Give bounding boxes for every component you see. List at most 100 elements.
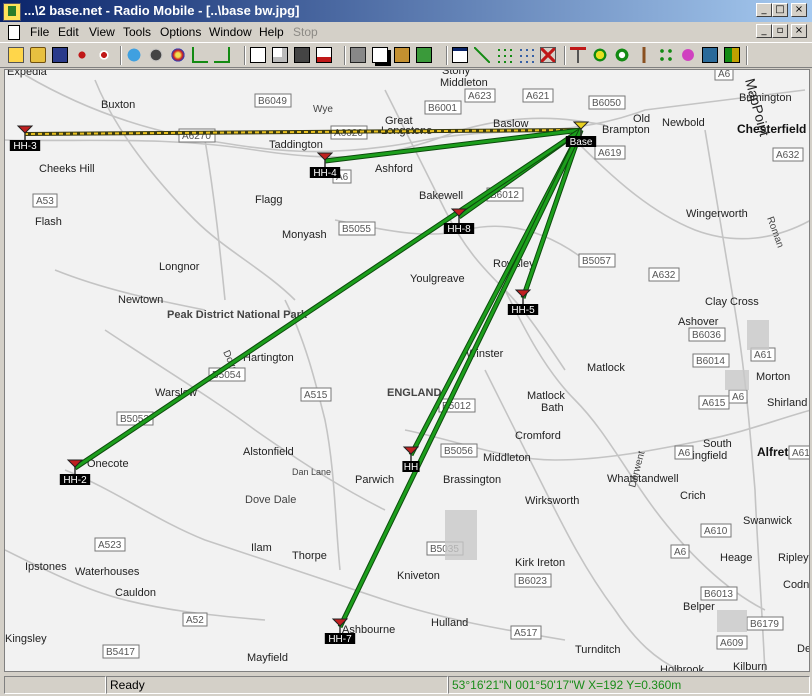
road-label: B6023 xyxy=(518,576,547,587)
pdf-icon[interactable] xyxy=(316,47,332,63)
copy-icon[interactable] xyxy=(372,47,388,63)
place-label: Cromford xyxy=(515,430,561,442)
mdi-close-button[interactable]: × xyxy=(791,24,807,38)
paste-icon[interactable] xyxy=(394,47,410,63)
place-label: Denby xyxy=(797,643,810,655)
place-label: South xyxy=(703,438,732,450)
coverage-dots-icon[interactable] xyxy=(496,47,512,63)
mdi-restore-button[interactable]: ▫ xyxy=(772,24,788,38)
station-hh-2[interactable]: HH-2 xyxy=(59,459,91,486)
close-button[interactable]: × xyxy=(791,3,807,17)
fit-left-icon[interactable] xyxy=(192,47,208,63)
menu-file[interactable]: File xyxy=(30,25,49,39)
place-label: Ashford xyxy=(375,163,413,175)
road-label: B6049 xyxy=(258,96,287,107)
road-label: B5057 xyxy=(582,256,611,267)
clear-icon[interactable] xyxy=(540,47,556,63)
place-label: Monyash xyxy=(282,229,327,241)
mdi-minimize-button[interactable]: _ xyxy=(756,24,772,38)
place-label: Onecote xyxy=(87,458,129,470)
place-label: Hulland xyxy=(431,617,468,629)
road-label: A615 xyxy=(702,398,726,409)
panel-icon[interactable] xyxy=(452,47,468,63)
place-label: Brampton xyxy=(602,124,650,136)
place-label: Middleton xyxy=(440,77,488,89)
place-label: Wye xyxy=(313,104,333,115)
map-canvas[interactable]: ExpediaBuxtonTaddingtonGreatLongstoneBas… xyxy=(5,70,810,672)
network-icon[interactable] xyxy=(658,47,674,63)
station-hh-8[interactable]: HH-8 xyxy=(443,208,475,235)
place-label: Youlgreave xyxy=(410,273,465,285)
toolbar xyxy=(0,42,812,68)
window-title: ...\2 base.net - Radio Mobile - [..\base… xyxy=(24,3,300,18)
place-label: Alstonfield xyxy=(243,446,294,458)
place-label: Dove Dale xyxy=(245,494,296,506)
road-label: A632 xyxy=(652,270,676,281)
menu-view[interactable]: View xyxy=(89,25,115,39)
place-label: Bakewell xyxy=(419,190,463,202)
document-icon[interactable] xyxy=(250,47,266,63)
station-label: HH-8 xyxy=(447,224,471,235)
station-hh-3[interactable]: HH-3 xyxy=(9,125,41,152)
toolbar-separator xyxy=(244,46,246,65)
menu-stop[interactable]: Stop xyxy=(293,25,318,39)
compass-icon[interactable] xyxy=(614,47,630,63)
minimize-button[interactable]: _ xyxy=(756,3,772,17)
place-label: Kniveton xyxy=(397,570,440,582)
document-window-icon[interactable] xyxy=(8,25,20,40)
menu-help[interactable]: Help xyxy=(259,25,284,39)
road-label: A52 xyxy=(186,615,204,626)
road-label: B6014 xyxy=(696,356,725,367)
place-label: Shirland xyxy=(767,397,807,409)
road-label: A6 xyxy=(674,547,687,558)
fit-right-icon[interactable] xyxy=(214,47,230,63)
menu-options[interactable]: Options xyxy=(160,25,201,39)
sun-icon[interactable] xyxy=(592,47,608,63)
place-label: Codnor xyxy=(783,579,810,591)
print-icon[interactable] xyxy=(350,47,366,63)
road-label: B6001 xyxy=(428,103,457,114)
unit-properties-icon[interactable] xyxy=(96,47,112,63)
road-label: A632 xyxy=(776,150,800,161)
tower-icon[interactable] xyxy=(636,47,652,63)
picture-icon[interactable] xyxy=(416,47,432,63)
globe-icon[interactable] xyxy=(126,47,142,63)
app-icon[interactable] xyxy=(3,3,21,21)
station-hh[interactable]: HH xyxy=(402,446,420,473)
toolbar-separator xyxy=(120,46,122,65)
place-label: Wingerworth xyxy=(686,208,748,220)
new-map-icon[interactable] xyxy=(8,47,24,63)
place-label: Turnditch xyxy=(575,644,620,656)
road-label: B6050 xyxy=(592,98,621,109)
place-label: Kilburn xyxy=(733,661,767,672)
place-label: Swanwick xyxy=(743,515,792,527)
elevation-icon[interactable] xyxy=(170,47,186,63)
place-label: Ashover xyxy=(678,316,719,328)
urban-area xyxy=(747,320,769,350)
station-label: Base xyxy=(570,137,593,148)
grid-dots-icon[interactable] xyxy=(518,47,534,63)
menu-edit[interactable]: Edit xyxy=(58,25,79,39)
maximize-button[interactable]: □ xyxy=(772,3,788,17)
urban-area xyxy=(717,610,747,632)
title-bar[interactable]: ...\2 base.net - Radio Mobile - [..\base… xyxy=(0,0,812,22)
map-view[interactable]: ExpediaBuxtonTaddingtonGreatLongstoneBas… xyxy=(4,69,810,672)
status-message: Ready xyxy=(106,676,448,694)
menu-window[interactable]: Window xyxy=(209,25,252,39)
save-picture-icon[interactable] xyxy=(294,47,310,63)
status-bar: Ready 53°16'21"N 001°50'17"W X=192 Y=0.3… xyxy=(0,674,812,696)
map-properties-icon[interactable] xyxy=(148,47,164,63)
profile-icon[interactable] xyxy=(680,47,696,63)
network-properties-icon[interactable] xyxy=(74,47,90,63)
menu-tools[interactable]: Tools xyxy=(123,25,151,39)
road-label: B6036 xyxy=(692,330,721,341)
place-label: Cauldon xyxy=(115,587,156,599)
radio-link-icon[interactable] xyxy=(474,47,490,63)
open-folder-icon[interactable] xyxy=(30,47,46,63)
exit-icon[interactable] xyxy=(724,47,740,63)
antenna-icon[interactable] xyxy=(570,47,586,63)
merge-pictures-icon[interactable] xyxy=(272,47,288,63)
save-icon[interactable] xyxy=(52,47,68,63)
station-label: HH-5 xyxy=(511,305,535,316)
chart-icon[interactable] xyxy=(702,47,718,63)
